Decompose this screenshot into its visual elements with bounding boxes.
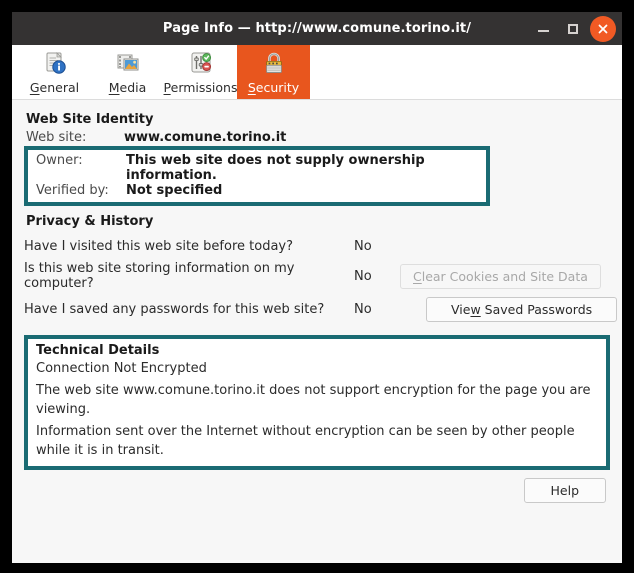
technical-heading: Technical Details — [36, 343, 160, 358]
sliders-check-icon — [188, 48, 214, 78]
view-saved-passwords-accesskey: w — [470, 301, 481, 317]
identity-website-row: Web site: www.comune.torino.it — [24, 130, 610, 145]
tab-security[interactable]: Security — [237, 45, 310, 99]
help-button[interactable]: Help — [523, 478, 606, 503]
privacy-section: Privacy & History Have I visited this we… — [24, 214, 618, 326]
tab-general-label: General — [29, 80, 80, 95]
privacy-question-cookies: Is this web site storing information on … — [24, 261, 295, 291]
tab-security-label: Security — [247, 80, 300, 95]
view-saved-passwords-label-pre: Vie — [451, 301, 471, 317]
page-info-tabstrip: General Media Permissions Security — [12, 45, 622, 100]
close-icon — [598, 24, 608, 33]
minimize-icon — [537, 30, 549, 32]
privacy-answer-cookies: No — [354, 268, 372, 284]
footer-bar: Help — [24, 478, 610, 503]
tab-permissions-label: Permissions — [163, 80, 238, 95]
identity-verified-value: Not specified — [126, 183, 223, 198]
technical-status: Connection Not Encrypted — [36, 361, 207, 376]
technical-line-1: The web site www.comune.torino.it does n… — [36, 383, 591, 417]
tab-permissions[interactable]: Permissions — [164, 45, 237, 99]
clear-cookies-label: lear Cookies and Site Data — [421, 268, 588, 284]
close-button[interactable] — [590, 15, 616, 42]
page-info-window: Page Info — http://www.comune.torino.it/ — [12, 12, 622, 563]
identity-heading: Web Site Identity — [26, 112, 154, 127]
technical-details-highlight-box: Technical Details Connection Not Encrypt… — [24, 335, 610, 470]
identity-highlight-box: Owner: This web site does not supply own… — [24, 146, 490, 206]
identity-owner-value: This web site does not supply ownership … — [126, 153, 425, 183]
tab-media-label: Media — [108, 80, 147, 95]
screenshot-root: Page Info — http://www.comune.torino.it/ — [0, 0, 634, 573]
technical-line-2: Information sent over the Internet witho… — [36, 424, 575, 458]
window-controls — [530, 12, 616, 45]
security-panel: Web Site Identity Web site: www.comune.t… — [12, 100, 622, 563]
clear-cookies-accesskey: C — [413, 268, 422, 284]
identity-website-label: Web site: — [26, 130, 87, 145]
tab-general[interactable]: General — [18, 45, 91, 99]
identity-verified-row: Verified by: Not specified — [36, 183, 480, 198]
padlock-icon — [261, 48, 287, 78]
maximize-button[interactable] — [560, 16, 586, 42]
privacy-answer-visited: No — [354, 238, 372, 254]
privacy-row-passwords: Have I saved any passwords for this web … — [24, 292, 618, 326]
window-titlebar: Page Info — http://www.comune.torino.it/ — [12, 12, 622, 45]
identity-owner-label: Owner: — [36, 153, 83, 168]
privacy-row-cookies: Is this web site storing information on … — [24, 260, 610, 292]
clear-cookies-button[interactable]: Clear Cookies and Site Data — [400, 263, 601, 289]
tab-media[interactable]: Media — [91, 45, 164, 99]
privacy-row-visited: Have I visited this web site before toda… — [24, 232, 610, 260]
minimize-button[interactable] — [530, 16, 556, 42]
document-info-icon — [42, 48, 68, 78]
identity-website-value: www.comune.torino.it — [124, 130, 287, 145]
privacy-answer-passwords: No — [354, 301, 372, 317]
maximize-icon — [568, 23, 578, 34]
media-image-icon — [115, 48, 141, 78]
view-saved-passwords-button[interactable]: View Saved Passwords — [426, 296, 618, 322]
privacy-heading: Privacy & History — [26, 214, 154, 229]
identity-verified-label: Verified by: — [36, 183, 109, 198]
privacy-question-passwords: Have I saved any passwords for this web … — [24, 301, 325, 317]
view-saved-passwords-label-post: Saved Passwords — [480, 301, 593, 317]
identity-owner-row: Owner: This web site does not supply own… — [36, 153, 480, 183]
privacy-question-visited: Have I visited this web site before toda… — [24, 238, 294, 254]
